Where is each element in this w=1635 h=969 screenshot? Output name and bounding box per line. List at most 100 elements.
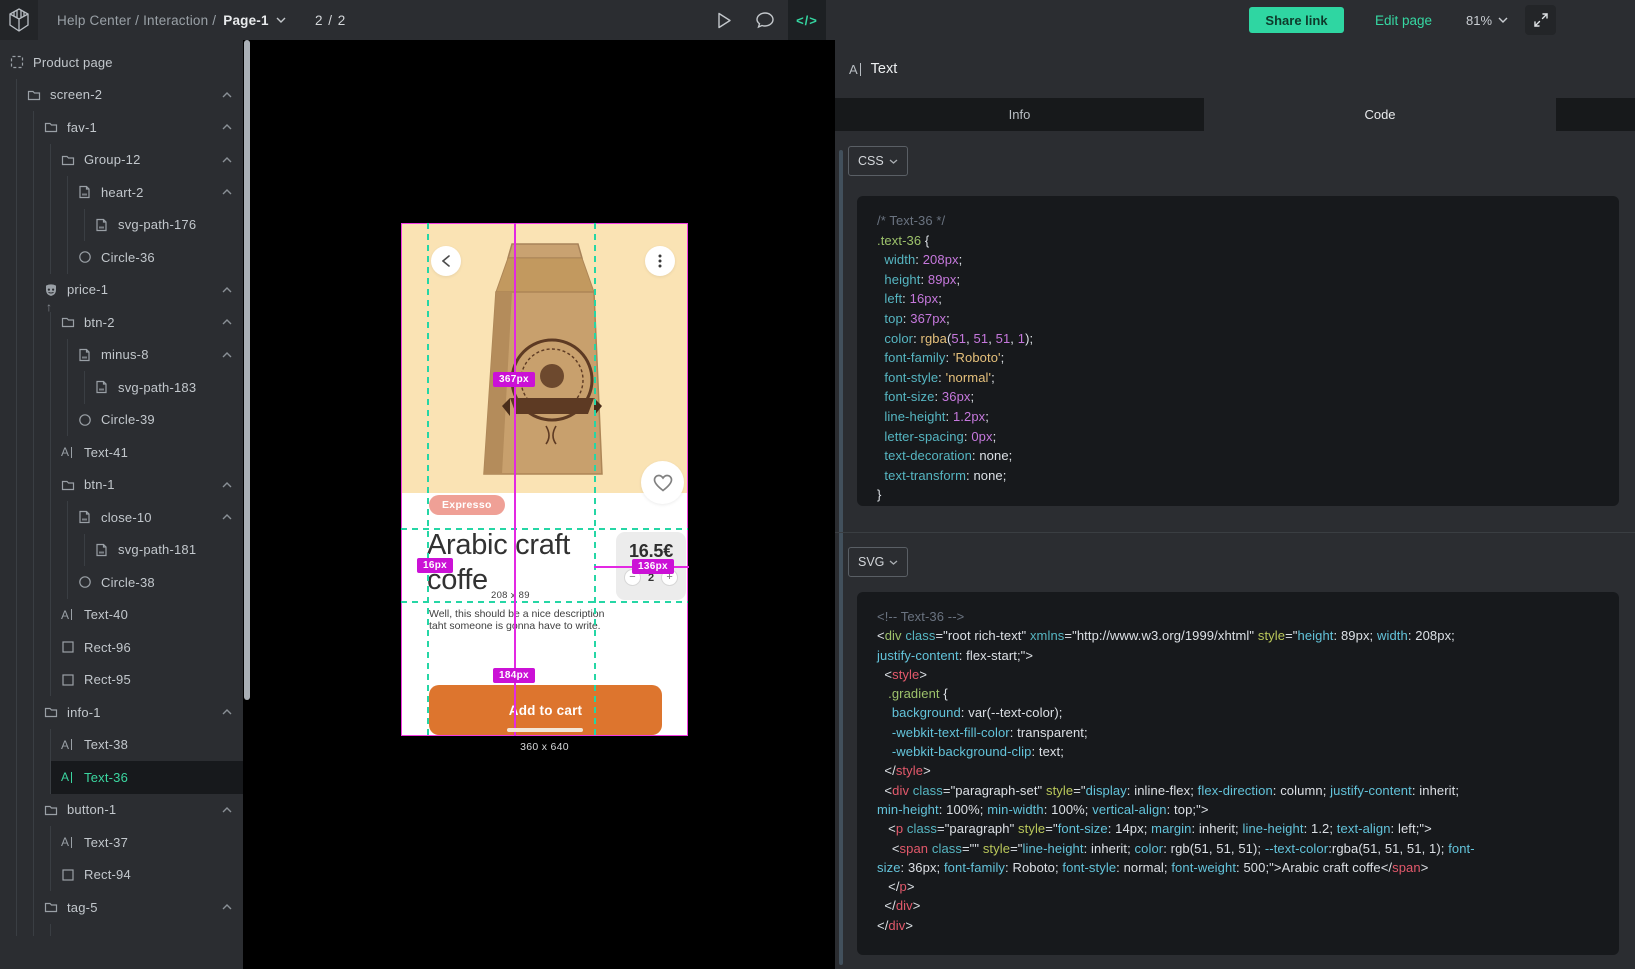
layer-label: Text-36: [84, 770, 128, 785]
layer-row-close-10[interactable]: close-10: [68, 501, 243, 534]
chevron-up-icon[interactable]: [222, 482, 232, 488]
layer-row-fav-1[interactable]: fav-1: [34, 111, 243, 144]
frame-size-label: 360 x 640: [401, 741, 688, 753]
tab-info[interactable]: Info: [835, 98, 1204, 131]
svg-format-select[interactable]: SVG: [848, 547, 908, 577]
layer-row-rect-96[interactable]: Rect-96: [51, 631, 243, 664]
layer-row-product-page[interactable]: Product page: [0, 46, 243, 79]
code-line: </p>: [877, 877, 1599, 896]
layer-row-svg-path-181[interactable]: svg-path-181: [85, 534, 243, 567]
layer-row-svg-path-176[interactable]: svg-path-176: [85, 209, 243, 242]
layer-row-tag-5[interactable]: tag-5: [34, 891, 243, 924]
sidebar-scrollbar[interactable]: [244, 40, 250, 700]
chevron-up-icon[interactable]: [222, 92, 232, 98]
top-bar: Help Center / Interaction / Page-1 2 / 2…: [0, 0, 1635, 40]
guide-vertical-left: [427, 223, 429, 736]
code-line: .text-36 {: [877, 231, 1599, 251]
layer-label: Product page: [33, 55, 113, 70]
layer-row-text-36[interactable]: AText-36: [51, 761, 243, 794]
chevron-up-icon[interactable]: [222, 904, 232, 910]
layer-label: svg-path-183: [118, 380, 196, 395]
chevron-up-icon[interactable]: [222, 287, 232, 293]
css-format-select[interactable]: CSS: [848, 146, 908, 176]
layer-label: btn-2: [84, 315, 115, 330]
code-line: font-size: 36px;: [877, 387, 1599, 407]
chevron-down-icon[interactable]: [276, 17, 286, 23]
layer-label: svg-path-181: [118, 542, 196, 557]
layer-row-svg-path-183[interactable]: svg-path-183: [85, 371, 243, 404]
edit-page-link[interactable]: Edit page: [1375, 0, 1432, 40]
layer-children: screen-2fav-1Group-12 heart-2 svg-path-176…: [16, 79, 243, 936]
layer-row-heart-2[interactable]: heart-2: [68, 176, 243, 209]
code-line: text-decoration: none;: [877, 446, 1599, 466]
favorite-button[interactable]: [641, 461, 684, 504]
page-icon: [10, 55, 24, 69]
layer-row-circle-36[interactable]: Circle-36: [68, 241, 243, 274]
layer-children: A Text-37 Rect-94: [50, 826, 243, 891]
heart-icon: [653, 474, 673, 492]
product-tag-badge[interactable]: Expresso: [429, 495, 505, 515]
code-line: left: 16px;: [877, 289, 1599, 309]
folder-icon: [44, 120, 58, 134]
chevron-up-icon[interactable]: [222, 319, 232, 325]
layer-row-group-12[interactable]: Group-12: [51, 144, 243, 177]
layer-label: minus-8: [101, 347, 149, 362]
breadcrumb[interactable]: Help Center / Interaction / Page-1: [57, 0, 286, 40]
layer-row-text-40[interactable]: AText-40: [51, 599, 243, 632]
phone-frame: Expresso Arabic craft coffe 208 x 89 16.…: [401, 223, 688, 736]
code-line: }: [877, 485, 1599, 505]
measure-badge-16: 16px: [417, 558, 453, 573]
back-button[interactable]: [431, 246, 461, 276]
flow-arrow-icon: ↑: [46, 302, 52, 312]
chevron-up-icon[interactable]: [222, 807, 232, 813]
layer-children: heart-2 svg-path-176Circle-36: [67, 176, 243, 274]
chevron-down-icon: [1498, 17, 1508, 23]
layer-row-price-1[interactable]: price-1: [34, 274, 243, 307]
layer-row-btn-1[interactable]: btn-1: [51, 469, 243, 502]
cube-logo-icon: [8, 8, 30, 32]
layer-row-minus-8[interactable]: minus-8: [68, 339, 243, 372]
layer-row-circle-38[interactable]: Circle-38: [68, 566, 243, 599]
chevron-up-icon[interactable]: [222, 514, 232, 520]
layer-row-text-41[interactable]: A Text-41: [51, 436, 243, 469]
layer-row-circle-39[interactable]: Circle-39: [68, 404, 243, 437]
selected-layer-header: A Text: [835, 40, 1635, 98]
chevron-up-icon[interactable]: [222, 189, 232, 195]
layer-children: Group-12 heart-2 svg-path-176Circle-36: [50, 144, 243, 274]
tab-code[interactable]: Code: [1204, 98, 1556, 131]
chevron-up-icon[interactable]: [222, 709, 232, 715]
play-button[interactable]: [704, 0, 744, 40]
text-icon: A: [61, 738, 75, 752]
app-logo[interactable]: [0, 0, 38, 40]
chevron-up-icon[interactable]: [222, 352, 232, 358]
text-icon: A: [61, 445, 75, 459]
text-icon: A: [61, 835, 75, 849]
layer-row-button-1[interactable]: button-1: [34, 794, 243, 827]
comment-button[interactable]: [745, 0, 785, 40]
layer-children: AText-38AText-36: [50, 729, 243, 794]
measure-line-vertical: [514, 223, 516, 736]
folder-icon: [44, 803, 58, 817]
code-mode-button[interactable]: </>: [788, 0, 826, 40]
layer-row-text-38[interactable]: AText-38: [51, 729, 243, 762]
fullscreen-button[interactable]: [1525, 5, 1556, 35]
layer-row-info-1[interactable]: info-1: [34, 696, 243, 729]
code-line: <div class="root rich-text" xmlns="http:…: [877, 626, 1599, 645]
layer-row-rect-95[interactable]: Rect-95: [51, 664, 243, 697]
layer-row-rect-94[interactable]: Rect-94: [51, 859, 243, 892]
layer-label: Circle-38: [101, 575, 155, 590]
zoom-control[interactable]: 81%: [1466, 0, 1508, 40]
layer-label: Text-37: [84, 835, 128, 850]
chevron-up-icon[interactable]: [222, 124, 232, 130]
chevron-up-icon[interactable]: [222, 157, 232, 163]
layer-row-btn-2[interactable]: btn-2: [51, 306, 243, 339]
panel-scrollbar[interactable]: [839, 150, 843, 965]
layer-row-screen-2[interactable]: screen-2: [17, 79, 243, 112]
share-link-button[interactable]: Share link: [1249, 7, 1344, 33]
kebab-menu-button[interactable]: [645, 246, 675, 276]
text-icon: A: [849, 62, 861, 77]
layer-label: Text-41: [84, 445, 128, 460]
layer-row-text-37[interactable]: A Text-37: [51, 826, 243, 859]
layer-label: heart-2: [101, 185, 144, 200]
layer-label: Rect-94: [84, 867, 131, 882]
